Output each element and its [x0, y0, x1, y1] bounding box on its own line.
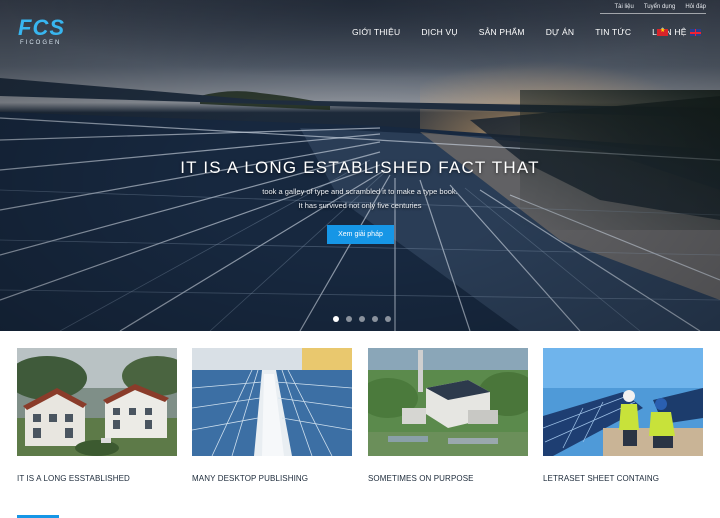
houses-image — [7, 348, 192, 456]
slider-dots — [333, 316, 391, 322]
hero-subtitle-line-1: took a galley of type and scrambled it t… — [262, 187, 458, 196]
project-card[interactable]: LETRASET SHEET CONTAING — [542, 348, 703, 483]
logo[interactable]: FCS FICOGEN — [18, 17, 65, 47]
top-links: Tài liệu Tuyển dụng Hỏi đáp — [615, 4, 707, 10]
top-link-careers[interactable]: Tuyển dụng — [644, 4, 675, 10]
nav-item-projects[interactable]: DỰ ÁN — [546, 27, 575, 37]
nav-item-products[interactable]: SẢN PHẨM — [479, 27, 525, 37]
hero-subtitle-line-2: It has survived not only five centuries — [298, 201, 422, 210]
logo-subtext: FICOGEN — [20, 40, 62, 46]
rooftop-solar-image — [191, 348, 353, 457]
card-title[interactable]: IT IS A LONG ESSTABLISHED — [17, 474, 177, 483]
power-plant-image — [358, 348, 538, 456]
project-card[interactable]: MANY DESKTOP PUBLISHING — [191, 348, 353, 483]
slider-dot-3[interactable] — [359, 316, 365, 322]
main-nav: GIỚI THIỆU DỊCH VỤ SẢN PHẨM DỰ ÁN TIN TỨ… — [352, 27, 708, 37]
project-card[interactable]: IT IS A LONG ESSTABLISHED — [7, 348, 192, 483]
nav-item-about[interactable]: GIỚI THIỆU — [352, 27, 400, 37]
slider-dot-2[interactable] — [346, 316, 352, 322]
slider-dot-4[interactable] — [372, 316, 378, 322]
card-title[interactable]: SOMETIMES ON PURPOSE — [368, 474, 528, 483]
project-card[interactable]: SOMETIMES ON PURPOSE — [358, 348, 538, 483]
hero-title: IT IS A LONG ESTABLISHED FACT THAT — [180, 158, 540, 177]
slider-dot-5[interactable] — [385, 316, 391, 322]
view-solutions-button[interactable]: Xem giải pháp — [327, 225, 394, 244]
en-flag-icon[interactable] — [690, 29, 701, 36]
logo-text: FCS — [18, 15, 65, 40]
nav-item-services[interactable]: DỊCH VỤ — [421, 27, 457, 37]
vi-flag-icon[interactable] — [657, 27, 668, 36]
card-title[interactable]: MANY DESKTOP PUBLISHING — [192, 474, 352, 483]
top-link-faq[interactable]: Hỏi đáp — [685, 4, 706, 10]
slider-dot-1[interactable] — [333, 316, 339, 322]
solar-installers-image — [542, 348, 703, 456]
top-link-documents[interactable]: Tài liệu — [615, 4, 634, 10]
nav-item-news[interactable]: TIN TỨC — [595, 27, 631, 37]
card-title[interactable]: LETRASET SHEET CONTAING — [543, 474, 703, 483]
top-links-divider — [600, 13, 706, 14]
